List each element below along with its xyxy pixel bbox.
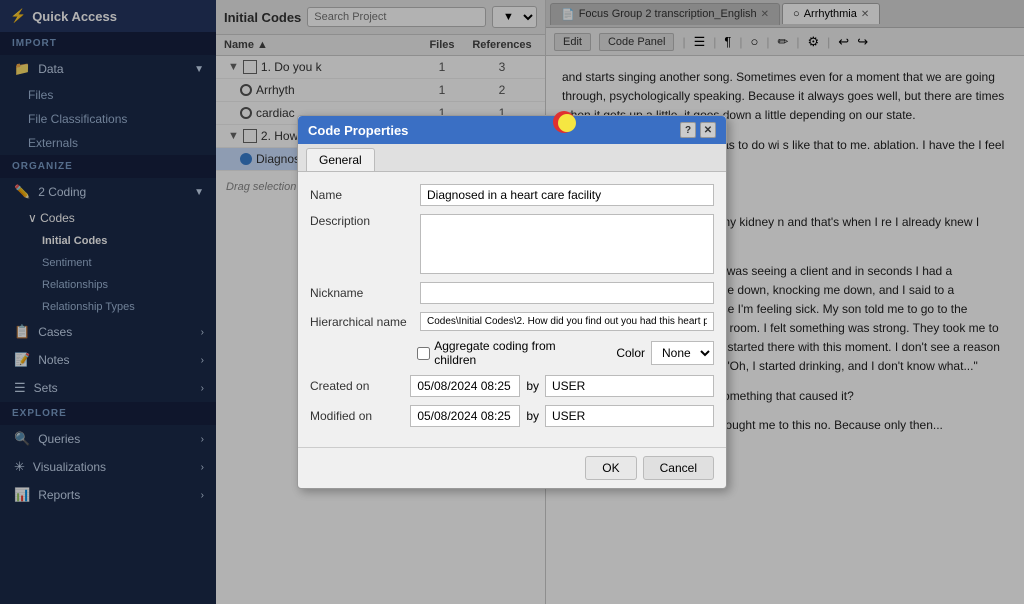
aggregate-text: Aggregate coding from children — [434, 339, 596, 367]
modal-overlay: Code Properties ? ✕ General Name Descrip… — [0, 0, 1024, 604]
modal-help-button[interactable]: ? — [680, 122, 696, 138]
form-row-created: Created on by — [310, 375, 714, 397]
nickname-label: Nickname — [310, 286, 420, 300]
hierarchical-input[interactable] — [420, 312, 714, 331]
modal-tabs: General — [298, 144, 726, 172]
description-label: Description — [310, 214, 420, 228]
aggregate-checkbox-label: Aggregate coding from children — [417, 339, 596, 367]
form-row-aggregate: Aggregate coding from children Color Non… — [310, 339, 714, 367]
modal-title-buttons: ? ✕ — [680, 122, 716, 138]
form-row-name: Name — [310, 184, 714, 206]
modal-close-button[interactable]: ✕ — [700, 122, 716, 138]
form-row-description: Description — [310, 214, 714, 274]
color-label: Color — [616, 346, 645, 360]
cancel-button[interactable]: Cancel — [643, 456, 714, 480]
description-input[interactable] — [420, 214, 714, 274]
created-input[interactable] — [410, 375, 520, 397]
form-row-modified: Modified on by — [310, 405, 714, 427]
color-select[interactable]: None — [651, 341, 714, 365]
name-label: Name — [310, 188, 420, 202]
created-by-label: by — [526, 379, 539, 393]
modified-by-label: by — [526, 409, 539, 423]
modal-title: Code Properties — [308, 123, 408, 138]
name-input[interactable] — [420, 184, 714, 206]
modified-label: Modified on — [310, 409, 410, 423]
created-label: Created on — [310, 379, 410, 393]
created-by-input[interactable] — [545, 375, 714, 397]
modal-body: Name Description Nickname Hierarchical n… — [298, 172, 726, 447]
modal-tab-general[interactable]: General — [306, 148, 375, 171]
nickname-input[interactable] — [420, 282, 714, 304]
modified-by-input[interactable] — [545, 405, 714, 427]
form-row-hierarchical: Hierarchical name — [310, 312, 714, 331]
modified-input[interactable] — [410, 405, 520, 427]
modal-title-bar: Code Properties ? ✕ — [298, 116, 726, 144]
ok-button[interactable]: OK — [585, 456, 636, 480]
code-properties-modal: Code Properties ? ✕ General Name Descrip… — [297, 115, 727, 489]
aggregate-checkbox[interactable] — [417, 347, 430, 360]
modal-footer: OK Cancel — [298, 447, 726, 488]
hierarchical-label: Hierarchical name — [310, 315, 420, 329]
form-row-nickname: Nickname — [310, 282, 714, 304]
